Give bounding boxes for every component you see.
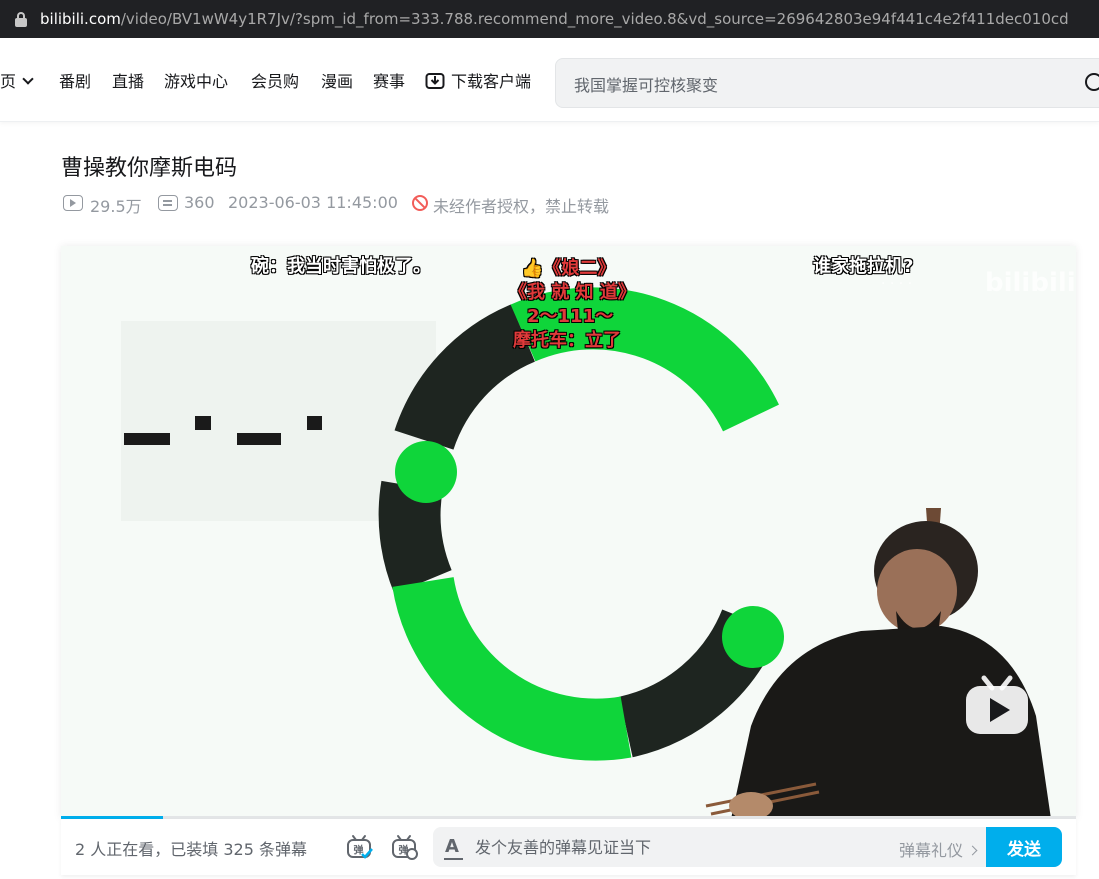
chevron-right-icon [967,845,978,856]
site-header: 页 番剧 直播 游戏中心 会员购 漫画 赛事 下载客户端 我国掌握可控核聚变 [0,40,1099,122]
video-title: 曹操教你摩斯电码 [61,156,238,181]
bilibili-watermark: bilibili [985,268,1076,298]
nav-item-anime[interactable]: 番剧 [59,70,91,94]
url-text[interactable]: bilibili.com/video/BV1wW4y1R7Jv/?spm_id_… [40,10,1069,28]
play-count-icon [63,195,83,211]
download-icon[interactable] [425,71,445,91]
danmaku-count-icon [158,195,178,211]
browser-address-bar[interactable]: bilibili.com/video/BV1wW4y1R7Jv/?spm_id_… [0,0,1099,38]
copyright-notice: 未经作者授权，禁止转载 [433,197,610,216]
lock-icon [14,10,28,28]
chevron-down-icon [22,73,34,85]
publish-date: 2023-06-03 11:45:00 [228,193,398,212]
view-count: 29.5万 [90,197,142,216]
danmaku-count: 360 [184,193,215,212]
nav-item-manga[interactable]: 漫画 [321,70,353,94]
search-icon[interactable] [1085,73,1099,91]
no-repost-icon [412,195,428,211]
send-button[interactable]: 发送 [986,827,1062,867]
nav-item-game-center[interactable]: 游戏中心 [164,70,228,94]
danmaku-comment: 2～111～ [527,306,614,327]
nav-item-live[interactable]: 直播 [112,70,144,94]
danmaku-comment: 谁家拖拉机? [813,256,914,277]
nav-item-esports[interactable]: 赛事 [373,70,405,94]
danmaku-input[interactable] [475,827,875,867]
danmaku-comment: 摩托车：立了 [513,330,621,351]
search-input[interactable]: 我国掌握可控核聚变 [574,72,718,96]
viewers-info: 2 人正在看，已装填 325 条弹幕 [75,840,307,859]
danmaku-send-bar: 2 人正在看，已装填 325 条弹幕 弹 弹 A 弹幕礼仪 发送 [61,819,1076,875]
search-box[interactable]: 我国掌握可控核聚变 [555,58,1099,108]
danmaku-settings-icon[interactable]: 弹 [391,833,419,861]
danmaku-etiquette-link[interactable]: 弹幕礼仪 [899,837,978,861]
play-icon[interactable] [964,674,1030,736]
text-style-icon[interactable]: A [445,836,459,857]
danmaku-comment: 👍《娘二》 [521,258,616,279]
nav-download-client[interactable]: 下载客户端 [451,70,531,94]
nav-home[interactable]: 页 [0,70,34,94]
danmaku-comment: 《我 就 知 道》 [509,282,636,303]
video-player[interactable]: · · · · bilibili 碗：我当时害怕极了。 👍《娘二》 《我 就 知… [61,246,1076,819]
nav-item-vip-shop[interactable]: 会员购 [251,70,299,94]
danmaku-input-box[interactable]: A 弹幕礼仪 [433,827,988,867]
video-meta: 29.5万 360 2023-06-03 11:45:00 未经作者授权，禁止转… [61,191,761,216]
danmaku-comment: 碗：我当时害怕极了。 [251,256,431,277]
danmaku-toggle-icon[interactable]: 弹 [346,833,374,861]
uploader-watermark: · · · · [881,276,913,292]
